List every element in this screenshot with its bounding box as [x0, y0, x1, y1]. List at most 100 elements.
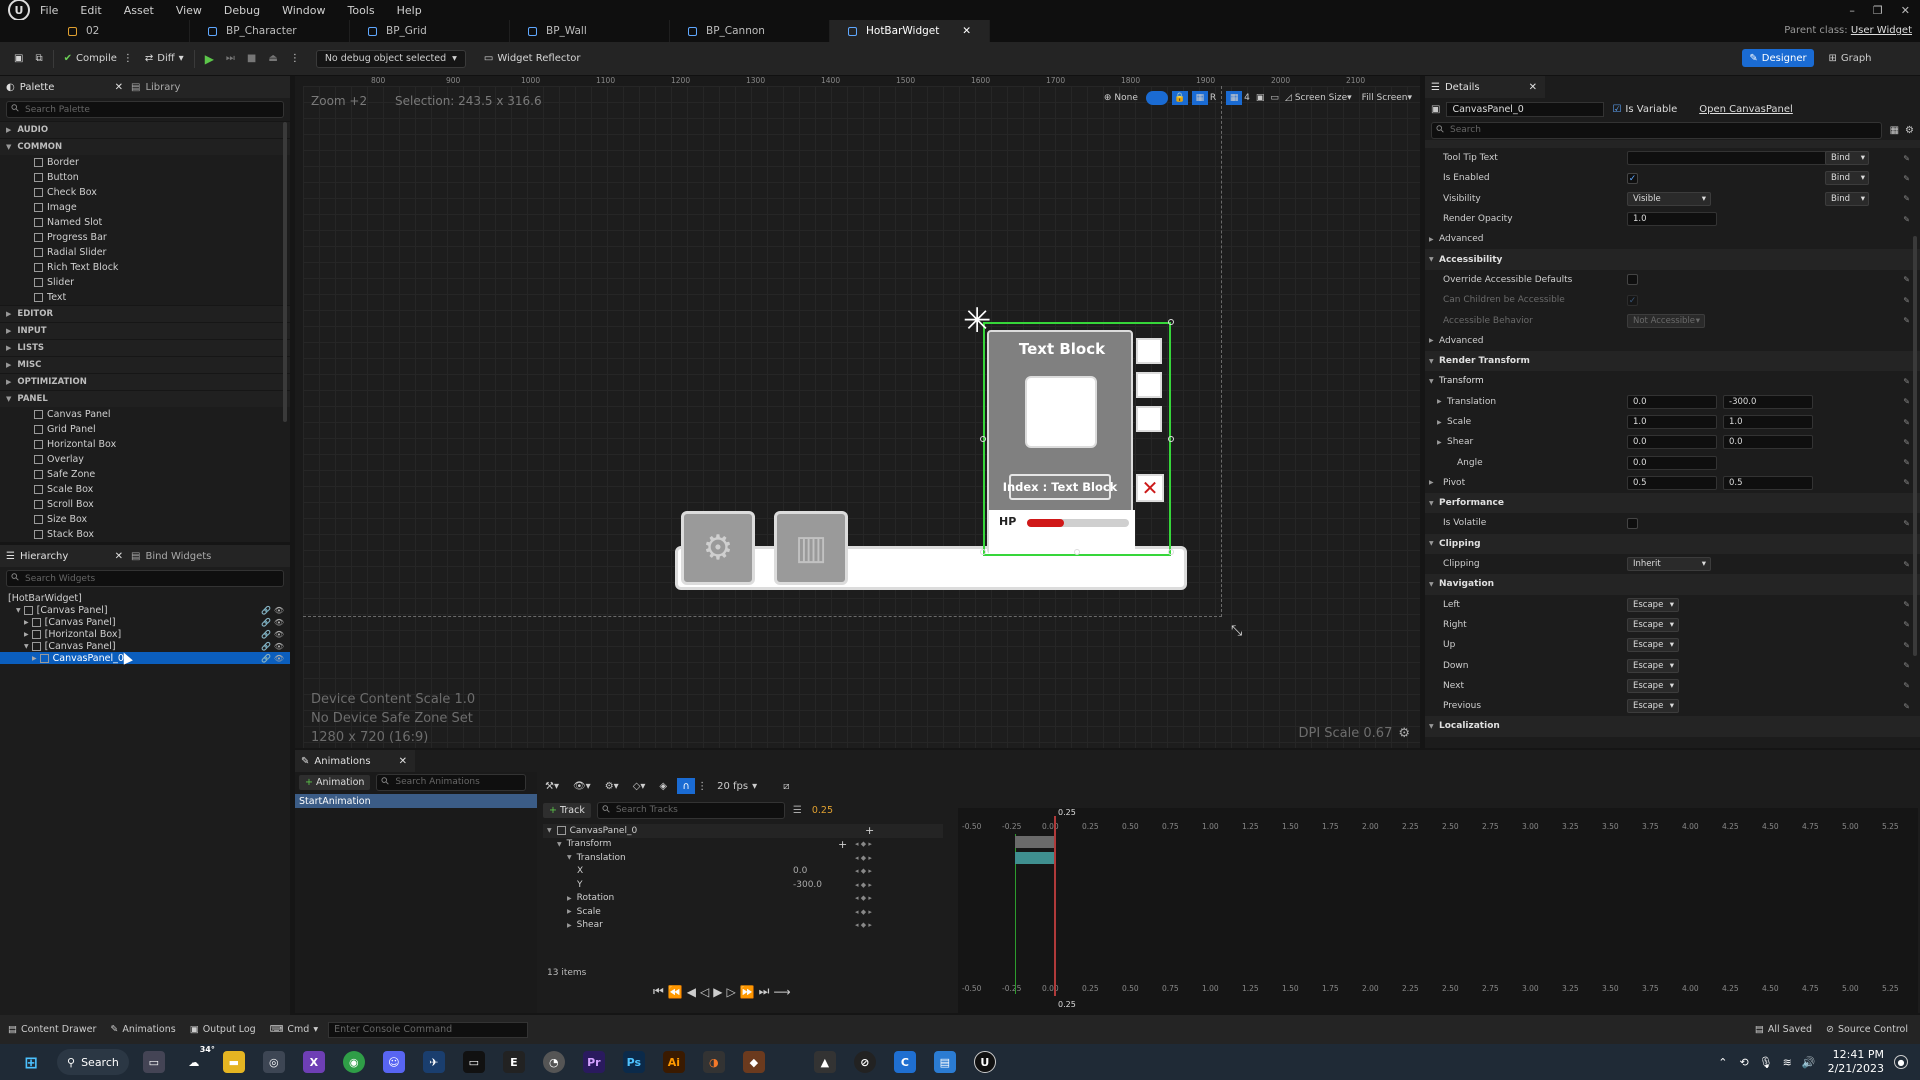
- windows-start-icon[interactable]: ⊞: [20, 1051, 42, 1073]
- playhead[interactable]: [1054, 816, 1056, 996]
- property-row-clipping[interactable]: ▼ Clipping: [1425, 533, 1920, 554]
- browse-icon[interactable]: ⧉: [29, 47, 48, 71]
- animate-key-icon[interactable]: ✎: [1903, 194, 1910, 203]
- menu-file[interactable]: File: [40, 4, 58, 17]
- eject-icon[interactable]: ⏏: [262, 47, 283, 71]
- animate-key-icon[interactable]: ✎: [1903, 296, 1910, 305]
- bind-dropdown[interactable]: Bind ▾: [1825, 191, 1869, 206]
- animate-key-icon[interactable]: ✎: [1903, 681, 1910, 690]
- jump-start-icon[interactable]: ⏮: [653, 984, 668, 999]
- app-icon-6[interactable]: ⊘: [853, 1051, 876, 1073]
- playback-options-icon[interactable]: ⚙▾: [605, 781, 619, 792]
- palette-search-input[interactable]: Search Palette: [6, 101, 284, 118]
- chevron-down-icon[interactable]: ▼: [557, 841, 562, 848]
- menu-edit[interactable]: Edit: [80, 4, 101, 17]
- details-scrollbar[interactable]: [1913, 236, 1917, 656]
- step-back-icon[interactable]: ◀: [687, 985, 700, 999]
- property-value-input-x[interactable]: 0.0: [1627, 394, 1717, 409]
- track-value[interactable]: 0.0: [793, 866, 807, 876]
- timeline-area[interactable]: -0.50 -0.25 0.00 0.25 0.50 0.75 1.00 1.25 1.50 1.…: [958, 808, 1918, 1013]
- chevron-down-icon[interactable]: ▼: [1429, 500, 1434, 507]
- step-forward-icon[interactable]: ▷: [726, 985, 739, 999]
- widget-reflector-button[interactable]: ▭ Widget Reflector: [478, 47, 587, 71]
- property-dropdown[interactable]: Escape ▾: [1627, 597, 1679, 612]
- palette-item-progress-bar[interactable]: Progress Bar: [0, 230, 290, 245]
- all-saved-indicator[interactable]: ▤ All Saved: [1755, 1024, 1812, 1035]
- details-search-input[interactable]: Search: [1431, 121, 1882, 139]
- hotbar-slot-2[interactable]: ▥: [774, 511, 848, 585]
- visibility-eye-icon[interactable]: 🔗 👁: [261, 642, 284, 651]
- discord-icon[interactable]: ☺: [382, 1051, 405, 1073]
- palette-scrollbar[interactable]: [283, 122, 287, 422]
- chevron-down-icon[interactable]: ▼: [1429, 358, 1434, 365]
- animate-key-icon[interactable]: ✎: [1903, 620, 1910, 629]
- chevron-right-icon[interactable]: ▶: [1429, 236, 1434, 243]
- palette-item-text[interactable]: Text: [0, 290, 290, 305]
- palette-category-common[interactable]: ▼ COMMON: [0, 138, 290, 155]
- doc-tab-bp_grid[interactable]: BP_Grid: [350, 20, 510, 42]
- key-tool-icon[interactable]: ⚒▾: [545, 781, 559, 792]
- property-dropdown[interactable]: Escape ▾: [1627, 678, 1679, 693]
- file-explorer-icon[interactable]: ▬: [222, 1051, 245, 1073]
- photoshop-icon[interactable]: Ps: [622, 1051, 645, 1073]
- palette-item-radial-slider[interactable]: Radial Slider: [0, 245, 290, 260]
- hierarchy-row[interactable]: [HotBarWidget]: [0, 592, 290, 604]
- close-tab-icon[interactable]: ✕: [115, 82, 123, 93]
- key-nav-icon[interactable]: ◂ ◆ ▸: [855, 854, 872, 862]
- palette-item-slider[interactable]: Slider: [0, 275, 290, 290]
- snap-options-icon[interactable]: ◇▾: [633, 781, 646, 792]
- designer-viewport[interactable]: Zoom +2 Selection: 243.5 x 316.6 ⊕ None 🔒…: [303, 86, 1420, 748]
- app-icon-5[interactable]: ▲: [813, 1051, 836, 1073]
- settings-icon[interactable]: ⚙: [1905, 125, 1914, 136]
- prev-key-icon[interactable]: ⏪: [668, 985, 687, 999]
- animate-key-icon[interactable]: ✎: [1903, 600, 1910, 609]
- close-tab-icon[interactable]: ✕: [962, 25, 971, 37]
- track-row[interactable]: ▶ Scale ◂ ◆ ▸: [543, 905, 943, 919]
- key-nav-icon[interactable]: ◂ ◆ ▸: [855, 840, 872, 848]
- palette-category-audio[interactable]: ▶ AUDIO: [0, 121, 290, 138]
- visibility-eye-icon[interactable]: 🔗 👁: [261, 606, 284, 615]
- track-search-input[interactable]: Search Tracks: [596, 801, 785, 819]
- property-value-input-x[interactable]: 0.0: [1627, 435, 1717, 450]
- grid-snap-value[interactable]: 4: [1244, 93, 1250, 103]
- designer-button[interactable]: ✎ Designer: [1742, 49, 1814, 67]
- close-window-icon[interactable]: ✕: [1901, 4, 1910, 17]
- property-checkbox[interactable]: [1627, 274, 1638, 286]
- palette-item-scroll-box[interactable]: Scroll Box: [0, 497, 290, 512]
- resize-handle-tr[interactable]: [1168, 319, 1174, 325]
- animate-key-icon[interactable]: ✎: [1903, 478, 1910, 487]
- expand-arrow-icon[interactable]: ▼: [16, 607, 21, 614]
- animate-key-icon[interactable]: ✎: [1903, 418, 1910, 427]
- add-animation-button[interactable]: + Animation: [299, 774, 371, 790]
- palette-item-horizontal-box[interactable]: Horizontal Box: [0, 437, 290, 452]
- property-dropdown[interactable]: Escape ▾: [1627, 617, 1679, 632]
- close-tab-icon[interactable]: ✕: [1529, 82, 1537, 93]
- animate-key-icon[interactable]: ✎: [1903, 702, 1910, 711]
- property-row-advanced[interactable]: ▶ Advanced: [1425, 331, 1920, 351]
- property-value-input[interactable]: 0.0: [1627, 455, 1717, 470]
- play-icon[interactable]: ▶: [199, 47, 220, 71]
- hierarchy-row[interactable]: ▼ [Canvas Panel] 🔗 👁: [0, 604, 290, 616]
- hierarchy-row[interactable]: ▼ [Canvas Panel] 🔗 👁: [0, 640, 290, 652]
- chevron-down-icon[interactable]: ▼: [1429, 256, 1434, 263]
- microphone-icon[interactable]: 🎙: [1759, 1056, 1773, 1069]
- palette-item-stack-box[interactable]: Stack Box: [0, 527, 290, 542]
- resize-handle-icon[interactable]: ⤡: [1231, 623, 1242, 639]
- property-checkbox[interactable]: ✓: [1627, 172, 1638, 184]
- settings-gear-icon[interactable]: ⚙: [1398, 726, 1410, 741]
- hierarchy-row[interactable]: ▶ CanvasPanel_0 🔗 👁: [0, 652, 290, 664]
- chevron-down-icon[interactable]: ▼: [567, 854, 572, 861]
- grid-snap-icon[interactable]: ▦: [1226, 91, 1243, 105]
- property-dropdown[interactable]: Escape ▾: [1627, 638, 1679, 653]
- palette-item-canvas-panel[interactable]: Canvas Panel: [0, 407, 290, 422]
- track-row[interactable]: ▼ Transform + ◂ ◆ ▸: [543, 838, 943, 852]
- menu-debug[interactable]: Debug: [224, 4, 260, 17]
- chevron-right-icon[interactable]: ▶: [1437, 398, 1442, 405]
- doc-tab-bp_character[interactable]: BP_Character: [190, 20, 350, 42]
- cmd-dropdown[interactable]: ⌨ Cmd ▾: [270, 1024, 318, 1035]
- dpi-icon[interactable]: ▣: [1256, 93, 1265, 103]
- property-dropdown[interactable]: Escape ▾: [1627, 658, 1679, 673]
- chevron-right-icon[interactable]: ▶: [1437, 419, 1442, 426]
- track-row[interactable]: Y -300.0 ◂ ◆ ▸: [543, 878, 943, 892]
- animate-key-icon[interactable]: ✎: [1903, 215, 1910, 224]
